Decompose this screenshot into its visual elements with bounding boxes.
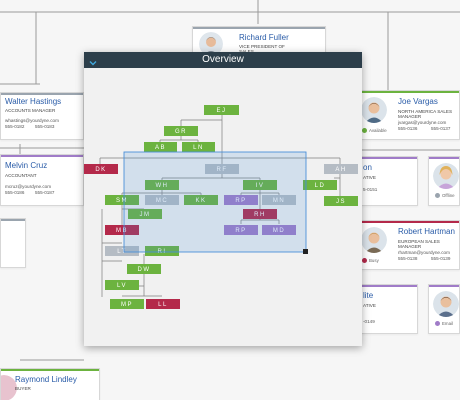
minimap-node-ll[interactable]: LL	[146, 299, 180, 309]
minimap-node-mp[interactable]: MP	[110, 299, 144, 309]
svg-text:JS: JS	[336, 199, 346, 205]
svg-text:LV: LV	[117, 283, 127, 289]
svg-text:DK: DK	[95, 167, 106, 173]
status-busy-icon	[362, 258, 367, 263]
svg-text:GR: GR	[175, 129, 187, 135]
card-accent-bar	[353, 285, 417, 287]
avatar	[433, 291, 459, 317]
status-available-icon	[362, 128, 367, 133]
employee-phone-primary: 555-0138	[398, 256, 418, 261]
card-accent-bar	[357, 91, 459, 93]
employee-name: Raymond Lindley	[15, 375, 77, 384]
employee-phone-primary: 5-0151	[363, 187, 378, 192]
card-accent-bar	[1, 155, 83, 157]
overview-panel[interactable]: Overview EJ GR AB LN DK RF AH WH IV LD S…	[84, 52, 362, 346]
minimap-node-dw[interactable]: DW	[127, 264, 161, 274]
svg-text:LN: LN	[193, 145, 204, 151]
card-accent-bar	[1, 369, 99, 371]
employee-name: Robert Hartman	[398, 227, 455, 236]
overview-header: Overview	[84, 52, 362, 68]
employee-email[interactable]: rhartman@yourdyne.com	[398, 250, 450, 255]
avatar	[361, 227, 387, 253]
minimap-node-ej[interactable]: EJ	[204, 105, 239, 115]
employee-title-line-2: MANAGER	[398, 244, 422, 249]
status-label: Available	[369, 128, 387, 133]
status-label: Offline	[442, 193, 455, 198]
svg-text:AH: AH	[335, 167, 346, 173]
employee-phone-secondary: 555-0139	[431, 256, 451, 261]
employee-phone-secondary: 555-0183	[35, 124, 55, 129]
card-accent-bar	[357, 221, 459, 223]
employee-phone-primary: 555-0136	[398, 126, 418, 131]
status-email-icon	[435, 321, 440, 326]
status-indicator: Available	[362, 128, 387, 133]
employee-card-email[interactable]: Email	[428, 284, 460, 334]
status-label: Email	[442, 321, 453, 326]
card-accent-bar	[429, 285, 459, 287]
employee-card-melvin-cruz[interactable]: Melvin Cruz ACCOUNTANT mcruz@yourdyne.co…	[0, 154, 84, 206]
status-indicator: Offline	[435, 193, 455, 198]
employee-email[interactable]: jvargas@yourdyne.com	[398, 120, 446, 125]
avatar	[361, 97, 387, 123]
card-accent-bar	[1, 93, 83, 95]
employee-card-robert-hartman[interactable]: Busy Robert Hartman EUROPEAN SALES MANAG…	[356, 220, 460, 270]
overview-minimap[interactable]: EJ GR AB LN DK RF AH WH IV LD SM MC KK R…	[84, 68, 362, 346]
employee-name: Melvin Cruz	[5, 161, 48, 170]
minimap-node-gr[interactable]: GR	[164, 126, 198, 136]
svg-text:DW: DW	[138, 267, 151, 273]
svg-text:LL: LL	[158, 302, 168, 308]
employee-phone-secondary: 555-0137	[431, 126, 451, 131]
employee-title: ATIVE	[363, 303, 376, 308]
minimap-node-ld[interactable]: LD	[303, 180, 337, 190]
status-label: Busy	[369, 258, 379, 263]
minimap-node-js[interactable]: JS	[324, 196, 358, 206]
svg-text:LD: LD	[315, 183, 326, 189]
card-accent-bar	[1, 219, 25, 221]
employee-name: Joe Vargas	[398, 97, 438, 106]
viewport-resize-handle[interactable]	[303, 249, 308, 254]
employee-phone-primary: -0149	[363, 319, 375, 324]
status-offline-icon	[435, 193, 440, 198]
employee-title-line-2: MANAGER	[398, 114, 422, 119]
svg-text:AB: AB	[155, 145, 166, 151]
minimap-node-ab[interactable]: AB	[144, 142, 177, 152]
employee-title: ATIVE	[363, 175, 376, 180]
minimap-node-ln[interactable]: LN	[182, 142, 215, 152]
card-accent-bar	[353, 157, 417, 159]
employee-email[interactable]: mcruz@yourdyne.com	[5, 184, 51, 189]
avatar	[433, 163, 459, 189]
minimap-node-lv[interactable]: LV	[105, 280, 139, 290]
employee-name: on	[363, 163, 372, 172]
employee-name: lite	[363, 291, 374, 300]
employee-card-walter-hastings[interactable]: Walter Hastings ACCOUNTS MANAGER whastin…	[0, 92, 84, 140]
employee-phone-secondary: 555-0187	[35, 190, 55, 195]
employee-phone-primary: 555-0186	[5, 190, 25, 195]
employee-name: Walter Hastings	[5, 97, 62, 106]
employee-email[interactable]: whastings@yourdyne.com	[5, 118, 59, 123]
employee-title: ACCOUNTANT	[5, 173, 37, 178]
employee-card-joe-vargas[interactable]: Available Joe Vargas NORTH AMERICA SALES…	[356, 90, 460, 140]
minimap-node-ah[interactable]: AH	[324, 164, 358, 174]
employee-card-offline[interactable]: Offline	[428, 156, 460, 206]
employee-title: ACCOUNTS MANAGER	[5, 108, 56, 113]
viewport-rectangle[interactable]	[123, 151, 307, 253]
card-accent-bar	[193, 27, 325, 29]
minimap-node-dk[interactable]: DK	[84, 164, 118, 174]
overview-title: Overview	[202, 54, 244, 65]
svg-text:EJ: EJ	[216, 108, 226, 114]
card-accent-bar	[429, 157, 459, 159]
employee-card-partial-left[interactable]	[0, 218, 26, 268]
svg-text:MP: MP	[121, 302, 133, 308]
status-indicator: Busy	[362, 258, 379, 263]
employee-title: BUYER	[15, 386, 31, 391]
employee-phone-primary: 555-0182	[5, 124, 25, 129]
status-indicator: Email	[435, 321, 453, 326]
employee-name: Richard Fuller	[239, 33, 289, 42]
employee-card-raymond-lindley[interactable]: Raymond Lindley BUYER	[0, 368, 100, 400]
